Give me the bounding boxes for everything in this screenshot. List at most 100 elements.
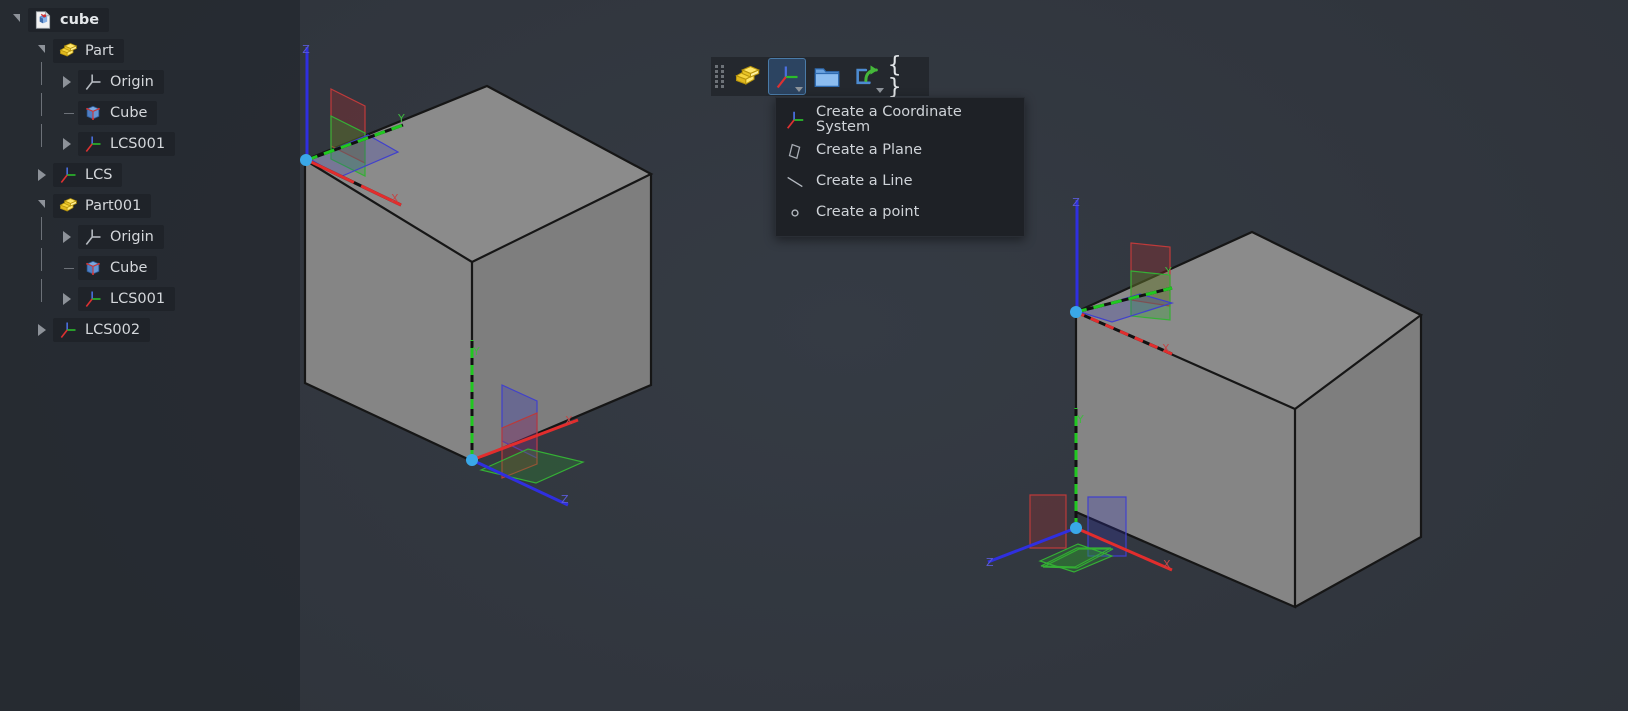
tree-item-cube[interactable]: cube (0, 8, 300, 32)
tree-item-lcs001[interactable]: LCS001 (0, 124, 300, 156)
tree-item-chip[interactable]: Cube (78, 101, 158, 125)
freecad-window: .edge { stroke:#161616; stroke-width:2.2… (0, 0, 1628, 711)
model-tree-panel[interactable]: cube Part Origin Cube LCS001 LCS Part001 Origin… (0, 0, 300, 711)
coordinate-system-icon (58, 320, 78, 340)
tree-item-label: Origin (110, 228, 154, 245)
chevron-right-icon (63, 293, 71, 305)
tree-connector-line (41, 217, 42, 240)
svg-text:X: X (391, 192, 399, 205)
menu-item-create-a-line[interactable]: Create a Line (776, 166, 1024, 197)
tree-item-lcs002[interactable]: LCS002 (0, 318, 300, 342)
coordinate-system-icon (83, 134, 103, 154)
tree-item-cube[interactable]: Cube (0, 93, 300, 125)
tree-item-label: Origin (110, 73, 154, 90)
create-coordinate-system-button[interactable] (768, 58, 806, 95)
tree-toggle-lcs001[interactable] (60, 132, 78, 156)
tree-toggle-part[interactable] (35, 39, 53, 63)
menu-item-create-a-point[interactable]: Create a point (776, 197, 1024, 228)
svg-text:Y: Y (397, 112, 405, 125)
expression-button[interactable]: { } (888, 54, 926, 98)
chevron-right-icon (38, 169, 46, 181)
tree-connector-line (41, 62, 42, 85)
tree-connector-line (41, 248, 42, 271)
chevron-right-icon (63, 231, 71, 243)
tree-item-lcs[interactable]: LCS (0, 163, 300, 187)
tree-toggle-lcs[interactable] (35, 163, 53, 187)
origin-axes-icon (83, 72, 103, 92)
tree-item-origin[interactable]: Origin (0, 217, 300, 249)
tree-item-label: cube (60, 11, 100, 28)
svg-text:Y: Y (472, 345, 480, 358)
tree-item-chip[interactable]: Origin (78, 70, 164, 94)
document-cube-icon (33, 10, 53, 30)
tree-item-part001[interactable]: Part001 (0, 194, 300, 218)
create-datum-dropdown-menu[interactable]: Create a Coordinate System Create a Plane… (775, 97, 1025, 237)
coordinate-system-icon (784, 109, 806, 131)
svg-text:Z: Z (561, 493, 569, 506)
chevron-down-icon (13, 14, 20, 22)
part-icon (58, 41, 78, 61)
chevron-right-icon (38, 324, 46, 336)
tree-item-label: Part (85, 42, 114, 59)
cube-solid-icon (83, 103, 103, 123)
tree-item-label: Part001 (85, 197, 142, 214)
tree-connector-line (41, 93, 42, 116)
tree-toggle-part001[interactable] (35, 194, 53, 218)
plane-icon (784, 140, 806, 162)
tree-item-chip[interactable]: Origin (78, 225, 164, 249)
tree-toggle-origin[interactable] (60, 70, 78, 94)
export-button[interactable] (848, 58, 886, 95)
svg-text:X: X (1162, 342, 1170, 355)
svg-text:Z: Z (986, 556, 994, 569)
tree-item-origin[interactable]: Origin (0, 62, 300, 94)
tree-toggle-lcs002[interactable] (35, 318, 53, 342)
tree-item-chip[interactable]: cube (28, 8, 110, 32)
tree-item-cube[interactable]: Cube (0, 248, 300, 280)
svg-text:X: X (565, 414, 573, 427)
menu-item-label: Create a point (816, 204, 920, 221)
dropdown-caret-icon[interactable] (876, 88, 884, 93)
tree-item-part[interactable]: Part (0, 39, 300, 63)
svg-text:Y: Y (1076, 413, 1084, 426)
tree-item-lcs001[interactable]: LCS001 (0, 279, 300, 311)
tree-item-label: LCS001 (110, 290, 166, 307)
create-part-button[interactable] (728, 58, 766, 95)
tree-item-chip[interactable]: LCS001 (78, 287, 176, 311)
tree-item-chip[interactable]: LCS002 (53, 318, 151, 342)
tree-item-chip[interactable]: Part001 (53, 194, 152, 218)
grip-dots-icon (714, 65, 724, 88)
tree-toggle-cube[interactable] (10, 8, 28, 32)
tree-toggle-lcs001[interactable] (60, 287, 78, 311)
svg-text:Y: Y (1164, 265, 1172, 278)
braces-icon: { } (888, 52, 902, 100)
tree-item-chip[interactable]: Part (53, 39, 124, 63)
tree-item-label: Cube (110, 104, 148, 121)
chevron-down-icon (38, 200, 45, 208)
menu-item-label: Create a Plane (816, 142, 923, 159)
tree-connector-line (41, 124, 42, 147)
toolbar-drag-handle[interactable] (711, 57, 727, 96)
folder-icon (813, 63, 841, 91)
tree-item-label: LCS001 (110, 135, 166, 152)
tree-item-chip[interactable]: Cube (78, 256, 158, 280)
svg-text:Z: Z (302, 43, 310, 56)
create-group-button[interactable] (808, 58, 846, 95)
svg-text:X: X (1163, 558, 1171, 571)
chevron-right-icon (63, 76, 71, 88)
tree-toggle-origin[interactable] (60, 225, 78, 249)
share-export-icon (853, 63, 881, 91)
tree-item-chip[interactable]: LCS001 (78, 132, 176, 156)
chevron-right-icon (63, 138, 71, 150)
menu-item-create-a-coordinate-system[interactable]: Create a Coordinate System (776, 104, 1024, 135)
part-icon (733, 63, 761, 91)
menu-item-label: Create a Line (816, 173, 913, 190)
cube-solid-icon (83, 258, 103, 278)
point-icon (784, 202, 806, 224)
tree-branch-line (64, 113, 74, 114)
tree-item-chip[interactable]: LCS (53, 163, 123, 187)
tree-item-label: LCS (85, 166, 113, 183)
dropdown-caret-icon[interactable] (795, 87, 803, 92)
lcs-toolbar[interactable]: { } (711, 54, 929, 98)
menu-item-create-a-plane[interactable]: Create a Plane (776, 135, 1024, 166)
tree-connector-line (41, 279, 42, 302)
